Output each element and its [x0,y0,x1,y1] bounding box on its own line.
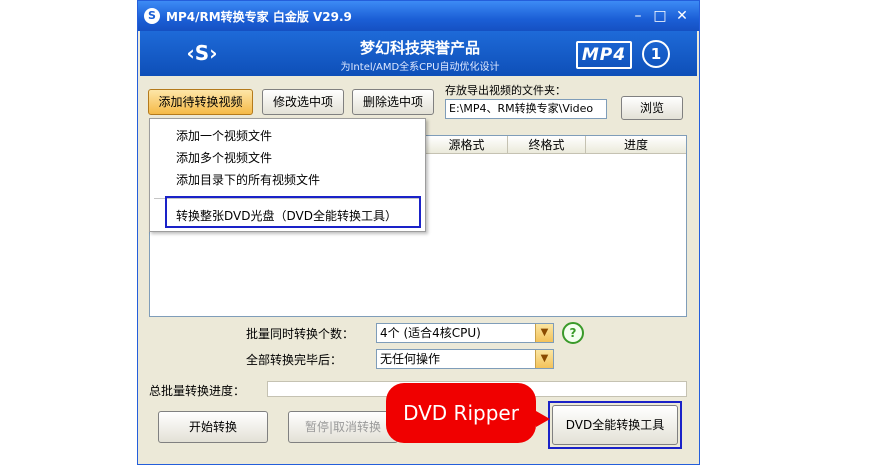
dvd-button-highlight-box [548,401,682,449]
add-video-dropdown-menu: 添加一个视频文件 添加多个视频文件 添加目录下的所有视频文件 转换整张DVD光盘… [149,118,426,232]
dvd-item-highlight-box [165,196,421,228]
brand-banner: ‹S› 梦幻科技荣誉产品 为Intel/AMD全系CPU自动优化设计 MP4 1 [140,31,697,76]
edit-selected-button[interactable]: 修改选中项 [262,89,344,115]
edition-number-badge: 1 [642,40,670,68]
start-conversion-button[interactable]: 开始转换 [158,411,268,443]
column-header-source-format[interactable]: 源格式 [426,136,508,154]
chevron-down-icon[interactable]: ▼ [535,350,553,368]
chevron-down-icon[interactable]: ▼ [535,324,553,342]
add-video-button[interactable]: 添加待转换视频 [148,89,253,115]
main-window: S MP4/RM转换专家 白金版 V29.9 – □ ✕ ‹S› 梦幻科技荣誉产… [137,0,700,465]
mp4-badge: MP4 [576,41,632,69]
pause-cancel-button[interactable]: 暂停|取消转换 [288,411,398,443]
column-header-progress[interactable]: 进度 [586,136,686,154]
concurrent-count-value: 4个 (适合4核CPU) [380,326,481,340]
column-header-target-format[interactable]: 终格式 [508,136,586,154]
output-folder-input[interactable]: E:\MP4、RM转换专家\Video [445,99,607,119]
menu-item-add-multiple[interactable]: 添加多个视频文件 [176,149,272,166]
banner-subtitle: 为Intel/AMD全系CPU自动优化设计 [340,62,500,73]
menu-item-add-one[interactable]: 添加一个视频文件 [176,127,272,144]
brand-logo-icon: ‹S› [186,41,218,65]
concurrent-count-label: 批量同时转换个数： [246,327,355,341]
concurrent-count-select[interactable]: 4个 (适合4核CPU) ▼ [376,323,554,343]
menu-item-add-directory[interactable]: 添加目录下的所有视频文件 [176,171,320,188]
output-folder-label: 存放导出视频的文件夹： [445,84,566,97]
app-icon: S [144,8,160,24]
close-button[interactable]: ✕ [672,6,692,26]
window-title: MP4/RM转换专家 白金版 V29.9 [166,10,352,24]
help-icon[interactable]: ? [562,322,584,344]
maximize-button[interactable]: □ [650,6,670,26]
after-conversion-label: 全部转换完毕后： [246,353,343,367]
browse-button[interactable]: 浏览 [621,96,683,120]
title-bar[interactable]: S MP4/RM转换专家 白金版 V29.9 – □ ✕ [138,1,699,31]
company-name: 梦幻科技荣誉产品 [359,39,480,57]
after-conversion-select[interactable]: 无任何操作 ▼ [376,349,554,369]
minimize-button[interactable]: – [628,6,648,26]
total-progress-label: 总批量转换进度： [149,384,246,398]
after-conversion-value: 无任何操作 [380,352,441,366]
callout-pointer [536,411,550,427]
delete-selected-button[interactable]: 删除选中项 [352,89,434,115]
dvd-ripper-callout: DVD Ripper [386,383,536,443]
